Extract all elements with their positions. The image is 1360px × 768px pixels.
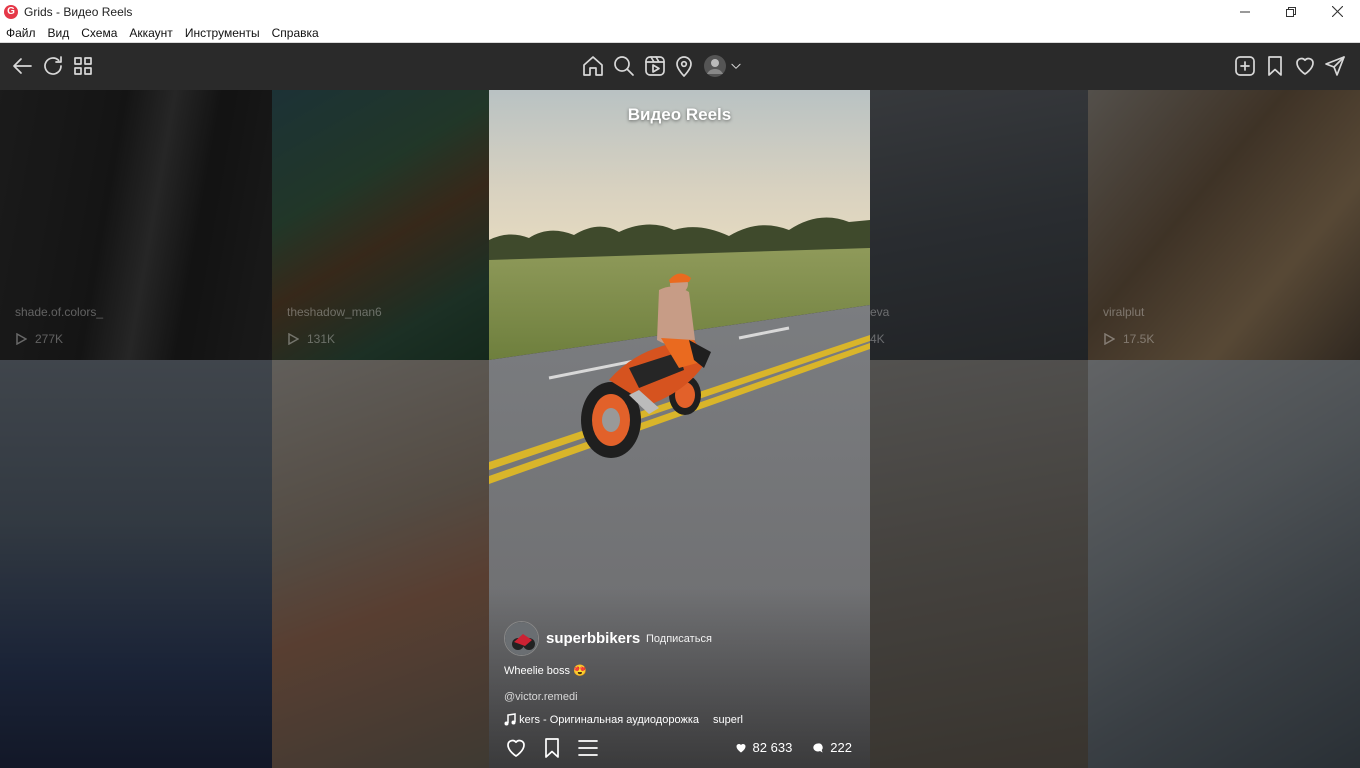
viewer-title: Видео Reels — [627, 105, 732, 124]
bookmark-icon — [545, 738, 559, 758]
reel-tile[interactable]: viralplut 17.5K — [1088, 90, 1360, 360]
tile-username: eva — [870, 305, 890, 319]
music-note-icon — [504, 713, 516, 726]
reel-caption: Wheelie boss 😍 — [504, 665, 587, 677]
audio-author: superl — [713, 713, 743, 726]
reel-tile[interactable]: eva 4K — [870, 90, 1088, 360]
grid-icon[interactable] — [70, 53, 96, 79]
mention-link[interactable]: @victor.remedi — [504, 691, 578, 703]
like-button[interactable] — [503, 735, 529, 761]
tile-views: 131K — [287, 332, 335, 346]
menu-tools[interactable]: Инструменты — [179, 23, 266, 43]
play-icon — [16, 333, 27, 345]
reel-tile[interactable] — [1088, 360, 1360, 768]
audio-track[interactable]: superbbikers - Оригинальная аудиодорожка… — [504, 713, 743, 726]
tile-views-count: 17.5K — [1123, 332, 1155, 346]
tile-views-count: 277K — [35, 332, 64, 346]
play-icon — [288, 333, 299, 345]
tile-username: viralplut — [1103, 305, 1145, 319]
window-title: Grids - Видео Reels — [24, 4, 133, 19]
reel-tile[interactable] — [272, 360, 489, 768]
tile-username: shade.of.colors_ — [15, 305, 104, 319]
reel-tile[interactable]: theshadow_man6 131K — [272, 90, 489, 360]
refresh-icon[interactable] — [40, 53, 66, 79]
follow-button[interactable]: Подписаться — [646, 633, 712, 645]
author-avatar[interactable] — [504, 621, 539, 656]
menu-bar: Файл Вид Схема Аккаунт Инструменты Справ… — [0, 23, 1360, 43]
menu-account[interactable]: Аккаунт — [123, 23, 178, 43]
send-icon[interactable] — [1322, 53, 1348, 79]
audio-title: superbbikers - Оригинальная аудиодорожка — [519, 713, 699, 726]
title-bar: G Grids - Видео Reels — [0, 0, 1360, 23]
tile-views: 17.5K — [1103, 332, 1154, 346]
menu-layout[interactable]: Схема — [75, 23, 123, 43]
minimize-button[interactable] — [1222, 0, 1268, 23]
menu-icon — [578, 740, 598, 756]
reel-viewer[interactable]: Видео Reels superbbikers Подписаться Whe… — [489, 90, 870, 768]
menu-view[interactable]: Вид — [42, 23, 76, 43]
location-icon[interactable] — [671, 53, 697, 79]
author-username[interactable]: superbbikers — [546, 630, 640, 647]
close-button[interactable] — [1314, 0, 1360, 23]
heart-icon — [507, 739, 525, 757]
more-menu-button[interactable] — [575, 735, 601, 761]
likes-count: 82 633 — [752, 740, 793, 755]
save-button[interactable] — [539, 735, 565, 761]
play-icon — [1104, 333, 1115, 345]
grids-logo-icon: G — [4, 4, 18, 19]
tile-username: theshadow_man6 — [287, 305, 382, 319]
reel-stats: 82 633 222 — [735, 740, 852, 755]
back-arrow-icon[interactable] — [9, 53, 35, 79]
add-post-icon[interactable] — [1232, 53, 1258, 79]
tile-views: 277K — [15, 332, 63, 346]
menu-file[interactable]: Файл — [0, 23, 42, 43]
bookmark-icon[interactable] — [1262, 53, 1288, 79]
likes-heart-icon — [736, 743, 746, 752]
home-icon[interactable] — [580, 53, 606, 79]
reel-tile[interactable] — [0, 360, 272, 768]
chevron-down-icon[interactable] — [727, 53, 745, 79]
profile-avatar[interactable] — [702, 53, 728, 79]
tile-views-count: 131K — [307, 332, 336, 346]
comment-icon — [813, 742, 823, 752]
tile-views-count: 4K — [870, 332, 885, 346]
reel-tile[interactable]: shade.of.colors_ 277K — [0, 90, 272, 360]
comments-count: 222 — [830, 740, 852, 755]
search-icon[interactable] — [611, 53, 637, 79]
tile-views: 4K — [870, 332, 885, 346]
menu-help[interactable]: Справка — [266, 23, 325, 43]
heart-icon[interactable] — [1292, 53, 1318, 79]
reels-icon[interactable] — [642, 53, 668, 79]
toolbar — [0, 43, 1360, 90]
reel-tile[interactable] — [870, 360, 1088, 768]
maximize-button[interactable] — [1268, 0, 1314, 23]
